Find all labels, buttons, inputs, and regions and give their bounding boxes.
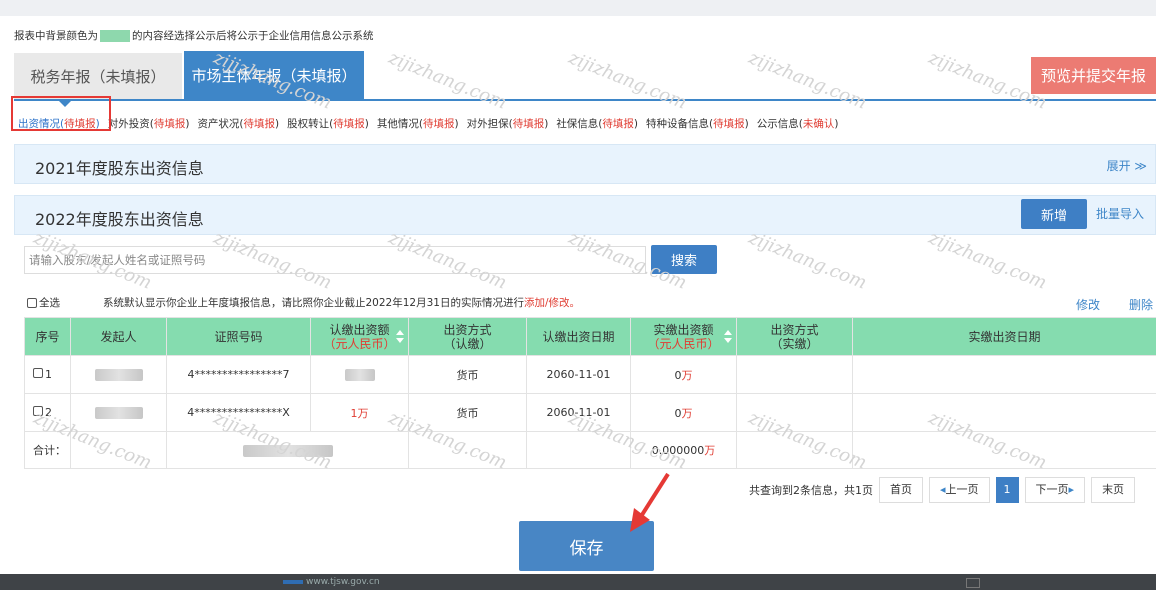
add-modify-link[interactable]: 添加/修改。 — [524, 297, 580, 309]
add-button[interactable]: 新增 — [1021, 199, 1087, 229]
prev-page-button[interactable]: ◂上一页 — [929, 477, 990, 503]
preview-submit-button[interactable]: 预览并提交年报 — [1031, 57, 1156, 94]
col-sub-date: 认缴出资日期 — [526, 317, 631, 356]
initiator-name — [70, 355, 167, 394]
subtab-other[interactable]: 其他情况(待填报) — [377, 116, 459, 131]
paid-amount: 0万 — [630, 393, 737, 432]
red-arrow-icon — [630, 472, 670, 532]
section-2021: 2021年度股东出资信息 展开 ≫ — [14, 144, 1156, 184]
subtab-equity-transfer[interactable]: 股权转让(待填报) — [287, 116, 369, 131]
subscribed-amount — [310, 355, 409, 394]
pagination: 共查询到2条信息，共1页 首页 ◂上一页 1 下一页▸ 末页 — [749, 477, 1136, 503]
expand-link[interactable]: 展开 ≫ — [1107, 157, 1147, 174]
highlight-box — [11, 96, 111, 131]
green-swatch — [100, 30, 130, 42]
paid-method — [736, 355, 853, 394]
current-page-button[interactable]: 1 — [995, 477, 1019, 503]
paid-amount: 0万 — [630, 355, 737, 394]
first-page-button[interactable]: 首页 — [879, 477, 923, 503]
notice-prefix: 报表中背景颜色为 — [14, 30, 98, 42]
redacted-amount — [344, 369, 375, 381]
redacted-name — [94, 407, 143, 419]
tab-underline — [14, 99, 1156, 101]
delete-link[interactable]: 删除 — [1129, 296, 1153, 313]
col-initiator: 发起人 — [70, 317, 167, 356]
subtab-special-equipment[interactable]: 特种设备信息(待填报) — [646, 116, 749, 131]
top-bar — [0, 0, 1156, 16]
table-row[interactable]: 1 4****************7 货币 2060-11-01 0万 — [24, 355, 1156, 394]
taskbar-text: www.tjsw.gov.cn — [306, 577, 380, 587]
row-index: 1 — [24, 355, 71, 394]
select-all[interactable]: 全选 — [27, 295, 60, 310]
redacted-name — [94, 369, 143, 381]
last-page-button[interactable]: 末页 — [1091, 477, 1136, 503]
col-paid-method: 出资方式 （实缴） — [736, 317, 853, 356]
table-header: 序号 发起人 证照号码 认缴出资额 （元人民币） 出资方式 （认缴） 认缴出资日期 … — [24, 317, 1156, 356]
system-note: 系统默认显示你企业上年度填报信息，请比照你企业截止2022年12月31日的实际情… — [103, 297, 580, 309]
subtab-publicity[interactable]: 公示信息(未确认) — [757, 116, 839, 131]
col-subscribed-amount[interactable]: 认缴出资额 （元人民币） — [310, 317, 409, 356]
section-2022: 2022年度股东出资信息 — [14, 195, 1156, 235]
color-notice: 报表中背景颜色为 的内容经选择公示后将公示于企业信用信息公示系统 — [14, 28, 374, 43]
batch-import-link[interactable]: 批量导入 — [1096, 205, 1144, 222]
col-id-number: 证照号码 — [166, 317, 311, 356]
paid-date — [852, 393, 1156, 432]
subtab-social-security[interactable]: 社保信息(待填报) — [556, 116, 638, 131]
sort-icon[interactable] — [396, 330, 404, 344]
pager-summary: 共查询到2条信息，共1页 — [749, 484, 873, 497]
row-checkbox[interactable] — [33, 368, 43, 378]
paid-date — [852, 355, 1156, 394]
subtab-bar: 出资情况(待填报) 对外投资(待填报) 资产状况(待填报) 股权转让(待填报) … — [18, 116, 846, 131]
subtab-assets[interactable]: 资产状况(待填报) — [197, 116, 279, 131]
subtab-guarantee[interactable]: 对外担保(待填报) — [467, 116, 549, 131]
next-arrow-icon: ▸ — [1068, 483, 1075, 496]
taskbar-window-icon — [966, 578, 980, 588]
sort-icon[interactable] — [724, 330, 732, 344]
col-sub-method: 出资方式 （认缴） — [408, 317, 527, 356]
col-paid-amount[interactable]: 实缴出资额 （元人民币） — [630, 317, 737, 356]
tab-tax-report[interactable]: 税务年报（未填报） — [14, 53, 182, 99]
id-number: 4****************7 — [166, 355, 311, 394]
notice-suffix: 的内容经选择公示后将公示于企业信用信息公示系统 — [132, 30, 374, 42]
sub-date: 2060-11-01 — [526, 355, 631, 394]
col-index: 序号 — [24, 317, 71, 356]
select-all-checkbox[interactable] — [27, 297, 37, 308]
taskbar — [0, 574, 1156, 590]
sub-method: 货币 — [408, 355, 527, 394]
next-page-button[interactable]: 下一页▸ — [1024, 477, 1086, 503]
subtab-investment[interactable]: 对外投资(待填报) — [108, 116, 190, 131]
col-paid-date: 实缴出资日期 — [852, 317, 1156, 356]
section-2021-title: 2021年度股东出资信息 — [35, 159, 204, 178]
section-2022-title: 2022年度股东出资信息 — [35, 210, 204, 229]
taskbar-icon — [283, 580, 303, 584]
edit-link[interactable]: 修改 — [1076, 296, 1100, 313]
